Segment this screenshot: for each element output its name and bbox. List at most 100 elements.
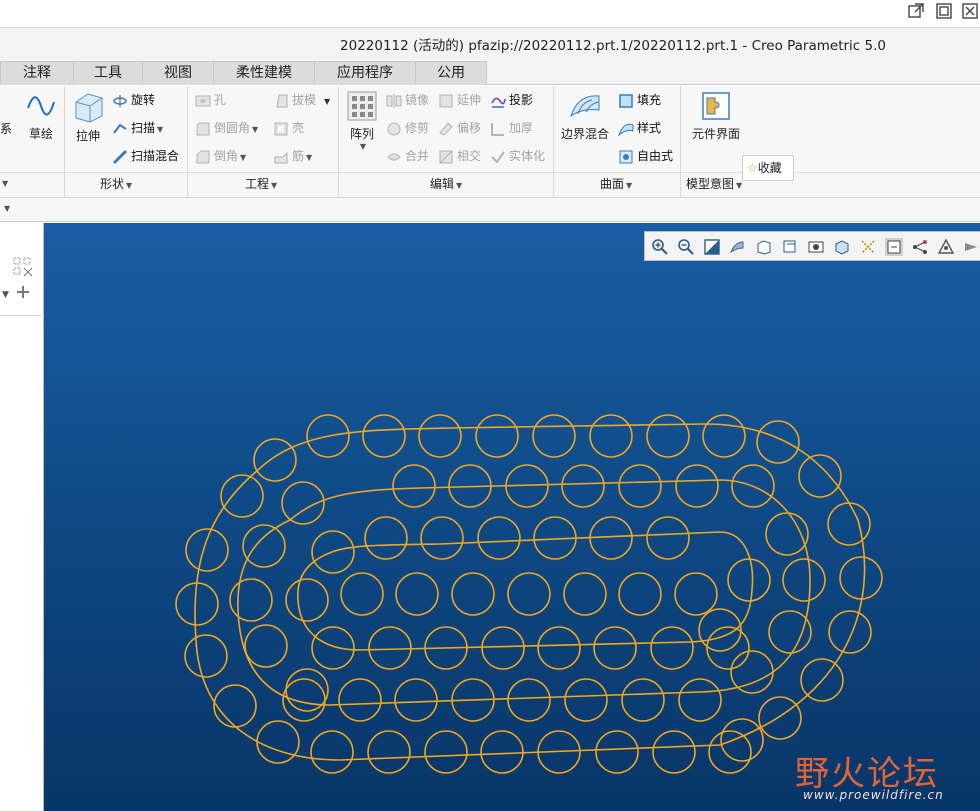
group-label-surfaces[interactable]: 曲面 ▼ <box>600 175 632 192</box>
curve-circle[interactable] <box>827 502 871 546</box>
popout-icon[interactable] <box>906 2 926 22</box>
toolbar-dropdown-icon[interactable]: ▼ <box>4 204 10 213</box>
curve-circle[interactable] <box>618 572 662 616</box>
fill-button[interactable]: 填充 <box>618 89 661 111</box>
curve-circle[interactable] <box>395 572 439 616</box>
chamfer-dropdown-icon[interactable]: ▼ <box>240 153 246 162</box>
round-dropdown-icon[interactable]: ▼ <box>252 125 258 134</box>
curve-circle[interactable] <box>185 528 229 572</box>
curve-circle[interactable] <box>798 454 842 498</box>
extrude-button[interactable]: 拉伸 <box>70 90 106 144</box>
tab-applications[interactable]: 应用程序 <box>314 61 416 85</box>
project-button[interactable]: 投影 <box>490 89 533 111</box>
solidify-button[interactable]: 实体化 <box>490 145 545 167</box>
chamfer-button[interactable]: 倒角 ▼ <box>195 145 246 167</box>
curve-circle[interactable] <box>175 582 219 626</box>
hole-button[interactable]: 孔 <box>195 89 226 111</box>
group-label-editing[interactable]: 编辑 ▼ <box>430 175 462 192</box>
curve-circle[interactable] <box>367 730 411 774</box>
rib-dropdown-icon[interactable]: ▼ <box>306 153 312 162</box>
curve-circle[interactable] <box>828 610 872 654</box>
curve-circle[interactable] <box>675 464 719 508</box>
curve-circle[interactable] <box>507 572 551 616</box>
tree-dropdown-icon[interactable]: ▼ <box>2 290 9 300</box>
curve-circle[interactable] <box>650 626 694 670</box>
curve-circle[interactable] <box>563 572 607 616</box>
guide-curve[interactable] <box>194 423 866 761</box>
curve-circle[interactable] <box>477 516 521 560</box>
curve-circle[interactable] <box>727 558 771 602</box>
curve-circle[interactable] <box>418 414 462 458</box>
curve-circle[interactable] <box>392 464 436 508</box>
thicken-button[interactable]: 加厚 <box>490 117 533 139</box>
curve-circle[interactable] <box>618 464 662 508</box>
close-icon[interactable] <box>960 2 980 22</box>
curve-circle[interactable] <box>646 516 690 560</box>
group-label-shape[interactable]: 形状 ▼ <box>100 175 132 192</box>
curve-circle[interactable] <box>646 414 690 458</box>
draft-button[interactable]: 拔模 ▼ <box>273 89 330 111</box>
curve-circle[interactable] <box>756 420 800 464</box>
zoom-out-icon[interactable] <box>677 238 695 256</box>
curve-circle[interactable] <box>678 678 722 722</box>
curve-circle[interactable] <box>475 414 519 458</box>
boundary-blend-button[interactable]: 边界混合 <box>558 90 612 142</box>
more-icon[interactable] <box>963 238 980 256</box>
curve-circle[interactable] <box>184 634 228 678</box>
tree-settings-icon[interactable] <box>12 256 34 278</box>
datum-display-icon[interactable] <box>911 238 929 256</box>
curve-circle[interactable] <box>730 650 774 694</box>
group-label-partial[interactable]: ▼ <box>0 175 8 189</box>
reorient-icon[interactable] <box>729 238 747 256</box>
trim-button[interactable]: 修剪 <box>386 117 429 139</box>
extend-button[interactable]: 延伸 <box>438 89 481 111</box>
group-label-engineering[interactable]: 工程 ▼ <box>245 175 277 192</box>
curve-circle[interactable] <box>256 720 300 764</box>
curve-circle[interactable] <box>310 730 354 774</box>
graphics-window[interactable] <box>44 223 980 811</box>
guide-curve[interactable] <box>297 531 754 651</box>
offset-button[interactable]: 偏移 <box>438 117 481 139</box>
curve-circle[interactable] <box>537 626 581 670</box>
curve-circle[interactable] <box>420 516 464 560</box>
curve-circle[interactable] <box>532 414 576 458</box>
curve-circle[interactable] <box>424 730 468 774</box>
curve-circle[interactable] <box>652 730 696 774</box>
datum-planes-icon[interactable] <box>937 238 955 256</box>
curve-circle[interactable] <box>768 610 812 654</box>
curve-circle[interactable] <box>285 578 329 622</box>
shell-button[interactable]: 壳 <box>273 117 304 139</box>
curve-circle[interactable] <box>338 678 382 722</box>
curve-circle[interactable] <box>782 558 826 602</box>
curve-circle[interactable] <box>244 624 288 668</box>
curve-circle[interactable] <box>702 414 746 458</box>
add-icon[interactable] <box>16 285 30 299</box>
curve-circle[interactable] <box>561 464 605 508</box>
curve-circle[interactable] <box>708 730 752 774</box>
curve-circle[interactable] <box>758 696 802 740</box>
model-curves[interactable] <box>44 223 980 811</box>
tab-common[interactable]: 公用 <box>415 61 487 85</box>
sweep-button[interactable]: 扫描 ▼ <box>112 117 163 139</box>
curve-circle[interactable] <box>364 516 408 560</box>
favorites-popup[interactable]: ☆收藏 <box>742 155 794 181</box>
curve-circle[interactable] <box>368 626 412 670</box>
mirror-button[interactable]: 镜像 <box>386 89 429 111</box>
curve-circle[interactable] <box>595 730 639 774</box>
curve-circle[interactable] <box>674 572 718 616</box>
curve-circle[interactable] <box>242 524 286 568</box>
curve-circle[interactable] <box>564 678 608 722</box>
curve-circle[interactable] <box>720 718 764 762</box>
intersect-button[interactable]: 相交 <box>438 145 481 167</box>
curve-circle[interactable] <box>706 626 750 670</box>
curve-circle[interactable] <box>621 678 665 722</box>
curve-circle[interactable] <box>340 572 384 616</box>
perspective-icon[interactable] <box>833 238 851 256</box>
pattern-button[interactable]: 阵列 ▼ <box>344 90 380 151</box>
curve-circle[interactable] <box>229 578 273 622</box>
zoom-in-icon[interactable] <box>651 238 669 256</box>
sketch-button[interactable]: 草绘 <box>22 90 60 142</box>
rib-button[interactable]: 筋 ▼ <box>273 145 312 167</box>
curve-circle[interactable] <box>593 626 637 670</box>
guide-curve[interactable] <box>237 479 811 706</box>
